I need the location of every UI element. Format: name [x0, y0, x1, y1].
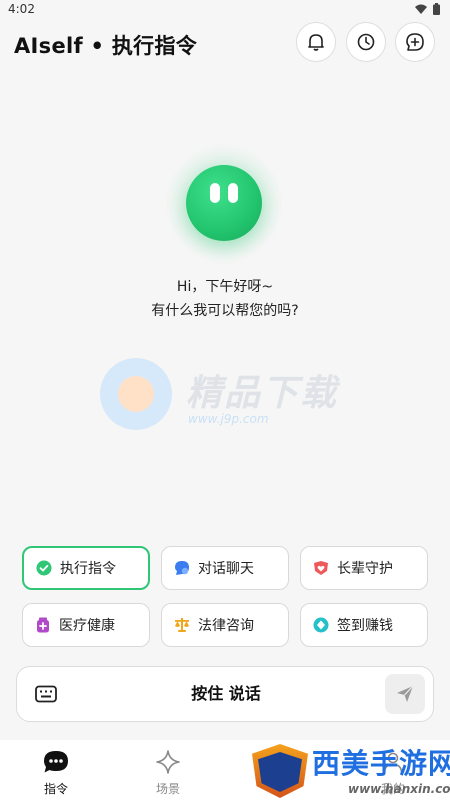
corner-watermark-url: www.hanxin.com: [348, 782, 450, 796]
diamond-coin-icon: [313, 617, 329, 633]
chat-bubble-icon: [174, 560, 190, 576]
watermark: 精品下载 www.j9p.com: [100, 358, 360, 448]
watermark-title: 精品下载: [186, 373, 339, 414]
page-title: AIself • 执行指令: [14, 34, 198, 58]
chip-label: 签到赚钱: [337, 618, 393, 634]
nav-label: 场景: [155, 782, 180, 796]
medicine-icon: [35, 617, 51, 633]
chip-label: 法律咨询: [198, 618, 254, 634]
mascot-right-eye: [228, 183, 238, 203]
assistant-mascot[interactable]: [186, 165, 262, 241]
status-bar: 4:02: [0, 0, 450, 20]
scale-icon: [174, 617, 190, 633]
wifi-icon: [415, 4, 427, 14]
chip-execute-command[interactable]: 执行指令: [22, 546, 150, 590]
watermark-url: www.j9p.com: [188, 412, 269, 426]
greeting-line-2: 有什么我可以帮您的吗?: [151, 303, 299, 319]
status-time: 4:02: [8, 2, 35, 16]
sparkle-icon: [156, 750, 180, 774]
check-circle-icon: [36, 560, 52, 576]
bell-icon: [308, 34, 324, 51]
gamepad-shield-icon: [252, 744, 308, 798]
hold-to-talk-button[interactable]: 按住 说话: [17, 667, 435, 721]
nav-item-commands[interactable]: 指令: [21, 748, 91, 797]
chip-label: 对话聊天: [198, 561, 254, 577]
new-chat-button[interactable]: [395, 22, 435, 62]
corner-watermark-logo: 西美手游网 www.hanxin.com: [252, 742, 450, 800]
chip-legal-consult[interactable]: 法律咨询: [161, 603, 289, 647]
header: AIself • 执行指令: [0, 22, 450, 66]
heart-shield-icon: [313, 560, 329, 576]
chip-chat[interactable]: 对话聊天: [161, 546, 289, 590]
chip-check-in-earn[interactable]: 签到赚钱: [300, 603, 428, 647]
chip-label: 医疗健康: [59, 618, 115, 634]
nav-item-scenes[interactable]: 场景: [133, 748, 203, 797]
clock-icon: [357, 33, 375, 51]
send-icon: [397, 685, 414, 702]
chip-label: 长辈守护: [337, 561, 393, 577]
chat-dots-icon: [44, 751, 68, 773]
battery-icon: [433, 3, 440, 15]
notifications-button[interactable]: [296, 22, 336, 62]
history-button[interactable]: [346, 22, 386, 62]
chip-medical-health[interactable]: 医疗健康: [22, 603, 150, 647]
chip-label: 执行指令: [60, 561, 116, 577]
status-icons: [415, 3, 440, 15]
greeting-line-1: Hi，下午好呀~: [176, 279, 274, 295]
voice-input-bar[interactable]: 按住 说话: [16, 666, 434, 722]
nav-label: 指令: [43, 782, 68, 796]
chip-elder-care[interactable]: 长辈守护: [300, 546, 428, 590]
mascot-left-eye: [210, 183, 220, 203]
new-chat-icon: [406, 33, 424, 51]
watermark-logo-icon: [100, 358, 172, 430]
corner-watermark-text: 西美手游网: [312, 747, 450, 780]
send-button[interactable]: [385, 674, 425, 714]
